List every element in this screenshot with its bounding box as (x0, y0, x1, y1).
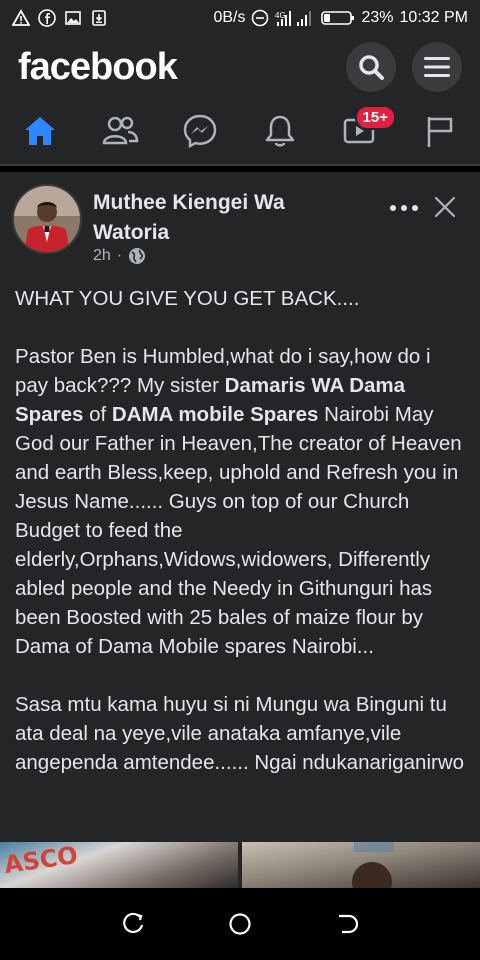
post-text: WHAT YOU GIVE YOU GET BACK.... Pastor Be… (15, 284, 469, 806)
menu-button[interactable] (412, 42, 462, 92)
flag-icon (427, 117, 453, 147)
app-header: facebook (0, 36, 480, 98)
avatar-photo (14, 186, 80, 252)
post-photos: ASCO (0, 842, 480, 888)
battery-icon (321, 11, 355, 25)
facebook-logo[interactable]: facebook (18, 46, 178, 89)
dot-icon (412, 205, 418, 211)
image-icon (65, 11, 81, 25)
text-run: Nairobi May God our Father in Heaven,The… (15, 403, 462, 658)
dot-icon (390, 205, 396, 211)
person-photo (352, 842, 394, 888)
meta-separator: · (116, 247, 123, 264)
home-button-icon[interactable] (227, 911, 253, 937)
post-photo[interactable]: ASCO (0, 842, 238, 888)
battery-percent: 23% (361, 9, 394, 26)
tagged-page-link[interactable]: DAMA mobile Spares (112, 403, 319, 426)
download-icon (92, 10, 106, 26)
post-time[interactable]: 2h (93, 247, 111, 265)
status-bar: 0B/s 4G 23% 10:32 PM (0, 0, 480, 36)
friends-icon (102, 116, 139, 145)
post-paragraph: WHAT YOU GIVE YOU GET BACK.... (15, 287, 360, 310)
author-avatar[interactable] (12, 184, 82, 254)
tab-friends[interactable] (98, 109, 142, 153)
search-icon (359, 55, 384, 80)
text-run: of (83, 403, 112, 426)
feed-post: Muthee Kiengei Wa Watoria 2h · WHAT YOU … (0, 172, 480, 888)
globe-icon (129, 248, 146, 264)
home-icon (25, 117, 55, 145)
tab-pages[interactable] (418, 109, 462, 153)
search-button[interactable] (346, 42, 396, 92)
dnd-icon (252, 9, 269, 27)
messenger-icon (183, 114, 217, 149)
post-paragraph: Sasa mtu kama huyu si ni Mungu wa Bingun… (15, 693, 465, 774)
tab-notifications[interactable] (258, 109, 302, 153)
tab-watch[interactable]: 15+ (338, 105, 396, 153)
watch-badge: 15+ (354, 105, 396, 130)
svg-text:4G: 4G (275, 11, 286, 20)
clock: 10:32 PM (399, 9, 468, 26)
post-paragraph: Pastor Ben is Humbled,what do i say,how … (15, 342, 469, 661)
post-options-button[interactable] (386, 200, 422, 216)
system-nav-bar (0, 888, 480, 960)
facebook-notif-icon (38, 9, 56, 27)
back-icon[interactable] (334, 911, 360, 937)
post-photo[interactable] (242, 842, 480, 888)
warning-icon (12, 9, 30, 26)
tab-bar: 15+ (0, 98, 480, 166)
bell-icon (265, 115, 295, 147)
tab-home[interactable] (18, 109, 62, 153)
close-icon[interactable] (432, 194, 458, 220)
recents-icon[interactable] (120, 911, 146, 937)
network-speed: 0B/s (213, 9, 246, 26)
dot-icon (401, 205, 407, 211)
menu-icon (424, 57, 450, 77)
post-meta: 2h · (93, 247, 146, 265)
tab-messenger[interactable] (178, 109, 222, 153)
post-author[interactable]: Muthee Kiengei Wa Watoria (93, 188, 353, 248)
photo-sign-text: ASCO (2, 842, 80, 880)
signal-icon: 4G (275, 11, 312, 26)
